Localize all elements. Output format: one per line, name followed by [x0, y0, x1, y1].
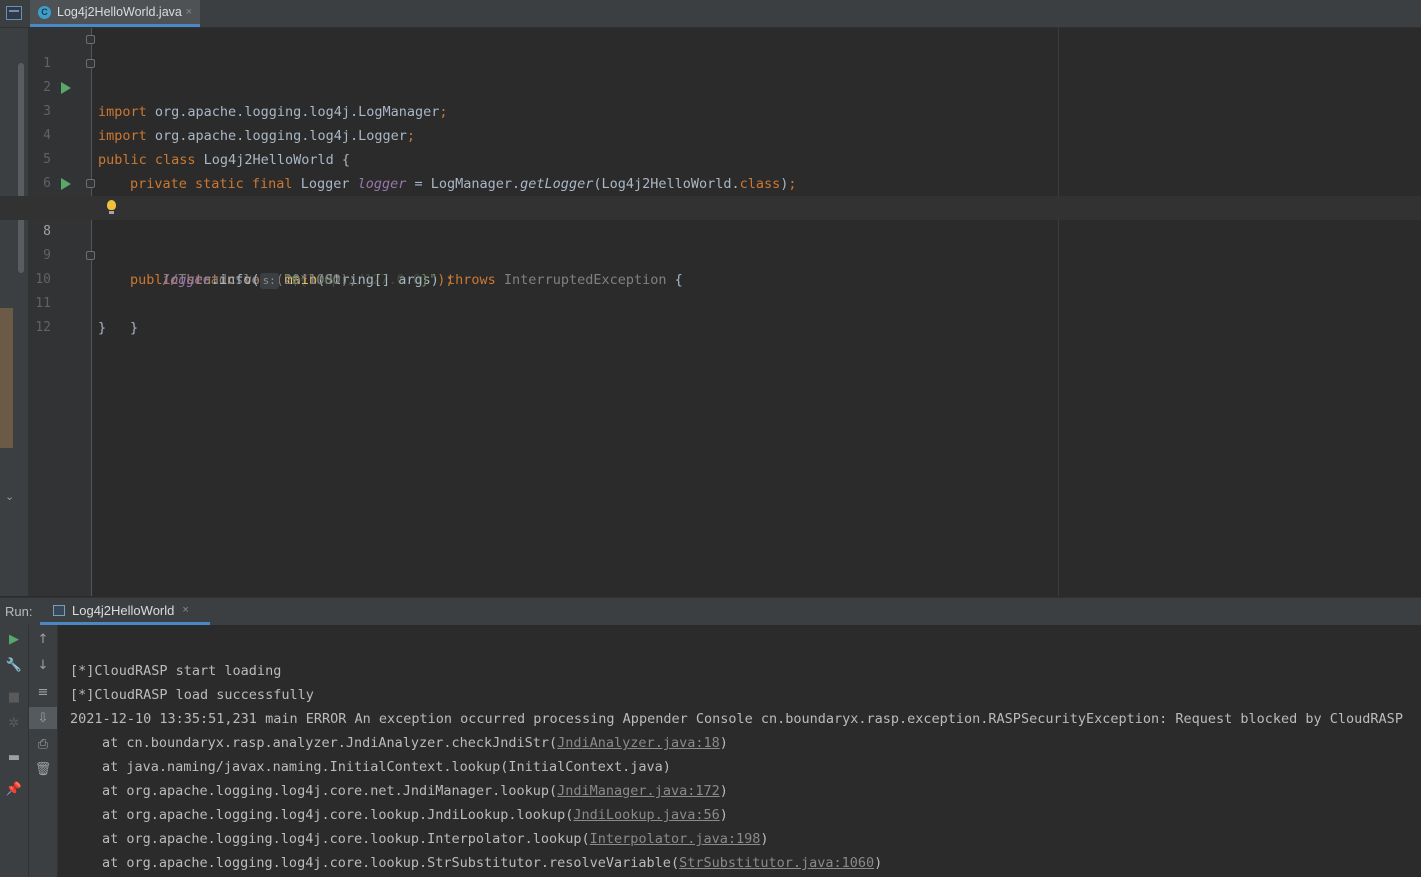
fold-icon[interactable]	[86, 59, 95, 68]
console-line: [*]CloudRASP start loading	[70, 663, 282, 679]
editor-tab-bar: C Log4j2HelloWorld.java ×	[0, 0, 1421, 28]
line-number: 12	[35, 320, 51, 335]
code-line-12[interactable]: 12	[0, 292, 1421, 335]
layout-icon[interactable]: ▬	[0, 746, 28, 768]
stack-trace-line: at org.apache.logging.log4j.core.net.Jnd…	[102, 783, 728, 799]
arrow-down-icon[interactable]: ↓	[29, 654, 57, 676]
stack-trace-line: at org.apache.logging.log4j.core.lookup.…	[102, 807, 728, 823]
console-error-line: 2021-12-10 13:35:51,231 main ERROR An ex…	[70, 711, 1403, 727]
fold-icon[interactable]	[86, 35, 95, 44]
code-line-6[interactable]: 6	[0, 148, 1421, 191]
code-line-7[interactable]: 7 public static void main(String[] args)…	[0, 172, 1421, 288]
code-line-2[interactable]: 2 import org.apache.logging.log4j.Logger…	[0, 52, 1421, 144]
lightbulb-icon[interactable]	[107, 200, 116, 214]
close-tab-icon[interactable]: ×	[186, 6, 192, 18]
run-tab-log4j2helloworld[interactable]: Log4j2HelloWorld ×	[40, 598, 210, 625]
source-link[interactable]: StrSubstitutor.java:1060	[679, 855, 874, 871]
soft-wrap-icon[interactable]: ≡	[29, 681, 57, 703]
java-class-icon: C	[38, 5, 51, 19]
tab-log4j2helloworld-java[interactable]: C Log4j2HelloWorld.java ×	[30, 0, 200, 27]
pin-icon[interactable]: 📌	[0, 778, 28, 800]
code-line-10[interactable]: 10 }	[0, 244, 1421, 336]
arrow-up-icon[interactable]: ↑	[29, 628, 57, 650]
play-icon[interactable]: ▶	[0, 628, 28, 650]
run-class-icon[interactable]	[61, 82, 71, 94]
console-line: [*]CloudRASP load successfully	[70, 687, 314, 703]
debug-icon[interactable]: ✲	[0, 712, 28, 734]
trash-icon[interactable]: 🗑	[29, 758, 57, 780]
code-line-9[interactable]: 9 logger.info(s: "${ldap://127.0.0}");	[0, 220, 1421, 289]
code-line-1[interactable]: 1 import org.apache.logging.log4j.LogMan…	[0, 28, 1421, 120]
run-toolbar-right: ↑ ↓ ≡ ⇩ ⎙ 🗑	[29, 625, 58, 877]
stack-trace-line: at org.apache.logging.log4j.core.lookup.…	[102, 855, 883, 871]
code-line-3[interactable]: 3 public class Log4j2HelloWorld {	[0, 76, 1421, 168]
code-line-4[interactable]: 4	[0, 100, 1421, 143]
code-line-8[interactable]: 8 //Thread.sleep(20*1000);	[0, 196, 1421, 288]
run-tab-label: Log4j2HelloWorld	[72, 602, 175, 618]
code-text: }	[130, 320, 139, 336]
chevron-down-icon[interactable]: ⌄	[5, 490, 14, 503]
fold-icon[interactable]	[86, 179, 95, 188]
wrench-icon[interactable]: 🔧	[0, 654, 28, 676]
code-line-11[interactable]: 11 }	[0, 268, 1421, 336]
run-panel-header: Run: Log4j2HelloWorld ×	[0, 597, 1421, 626]
code-line-5[interactable]: 5 private static final Logger logger = L…	[0, 124, 1421, 192]
run-toolbar-left: ▶ 🔧 ■ ✲ ▬ 📌	[0, 625, 29, 877]
close-run-tab-icon[interactable]: ×	[182, 604, 188, 616]
fold-icon[interactable]	[86, 251, 95, 260]
scroll-end-icon[interactable]: ⇩	[29, 707, 57, 729]
stack-trace-line: at java.naming/javax.naming.InitialConte…	[102, 759, 671, 775]
source-link[interactable]: Interpolator.java:198	[590, 831, 761, 847]
stack-trace-line: at org.apache.logging.log4j.core.lookup.…	[102, 831, 769, 847]
tab-filename: Log4j2HelloWorld.java	[57, 5, 182, 19]
stop-icon[interactable]: ■	[0, 686, 28, 708]
source-link[interactable]: JndiManager.java:172	[557, 783, 720, 799]
run-main-icon[interactable]	[61, 178, 71, 190]
source-link[interactable]: JndiLookup.java:56	[573, 807, 719, 823]
source-link[interactable]: JndiAnalyzer.java:18	[557, 735, 720, 751]
stack-trace-line: at cn.boundaryx.rasp.analyzer.JndiAnalyz…	[102, 735, 728, 751]
run-label: Run:	[5, 604, 33, 619]
application-icon	[53, 604, 65, 616]
code-text: }	[98, 320, 107, 336]
project-icon[interactable]	[6, 6, 22, 20]
print-icon[interactable]: ⎙	[29, 733, 57, 755]
